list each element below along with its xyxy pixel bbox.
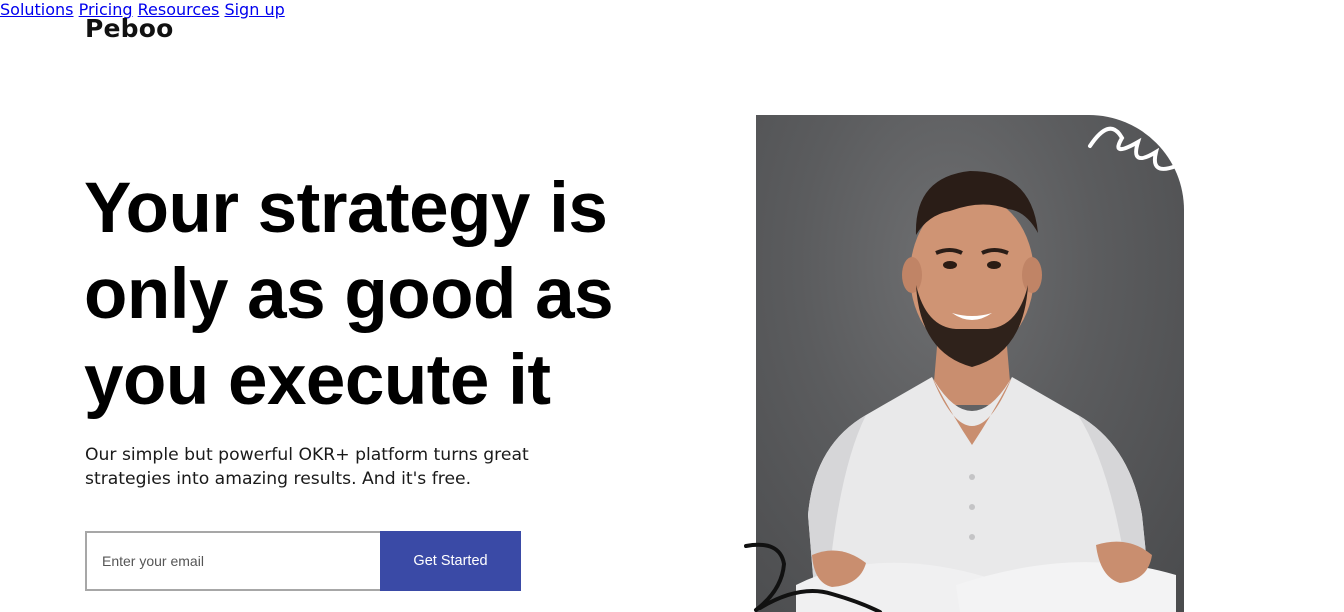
hero-headline: Your strategy is only as good as you exe… — [84, 166, 684, 424]
brand-logo[interactable]: Peboo — [85, 14, 174, 43]
email-input[interactable] — [85, 531, 381, 591]
nav-item-sign-up[interactable]: Sign up — [224, 0, 284, 19]
headline-line-1: Your strategy is — [84, 169, 608, 248]
headline-line-2: only as good as — [84, 255, 614, 334]
get-started-button[interactable]: Get Started — [380, 531, 521, 591]
headline-line-3: you execute it — [84, 341, 551, 420]
subtitle-line-2: strategies into amazing results. And it'… — [85, 469, 472, 489]
squiggle-bottom-decoration — [744, 542, 882, 612]
squiggle-top-decoration — [1088, 126, 1178, 171]
top-nav: Solutions Pricing Resources Sign up — [0, 0, 1344, 19]
subtitle-line-1: Our simple but powerful OKR+ platform tu… — [85, 445, 529, 465]
hero-subtitle: Our simple but powerful OKR+ platform tu… — [85, 443, 625, 491]
nav-item-solutions[interactable]: Solutions — [0, 0, 74, 19]
